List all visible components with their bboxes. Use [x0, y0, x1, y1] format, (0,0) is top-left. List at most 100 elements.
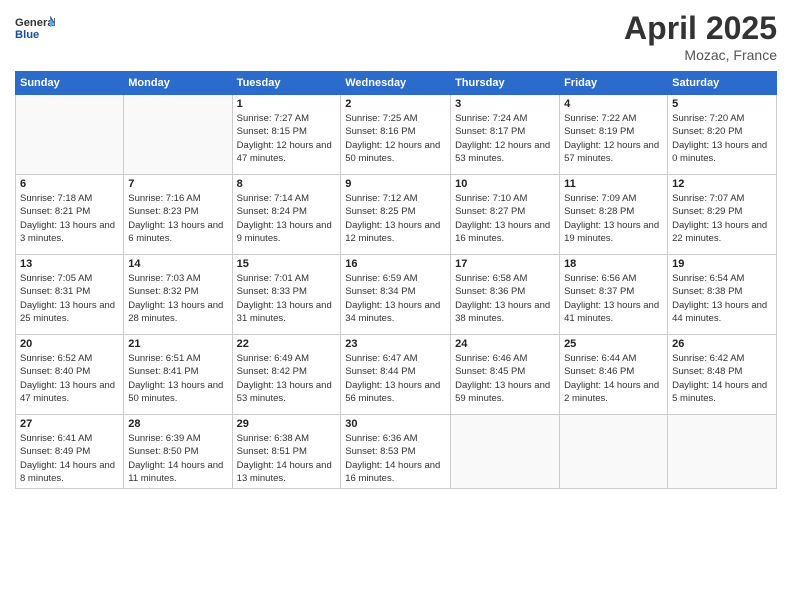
table-row: 21 Sunrise: 6:51 AM Sunset: 8:41 PM Dayli…	[124, 335, 232, 415]
day-number: 17	[455, 258, 555, 270]
day-number: 24	[455, 338, 555, 350]
table-row: 18 Sunrise: 6:56 AM Sunset: 8:37 PM Dayli…	[560, 255, 668, 335]
table-row: 24 Sunrise: 6:46 AM Sunset: 8:45 PM Dayli…	[451, 335, 560, 415]
day-info: Sunrise: 7:24 AM Sunset: 8:17 PM Dayligh…	[455, 112, 555, 165]
table-row: 29 Sunrise: 6:38 AM Sunset: 8:51 PM Dayli…	[232, 415, 341, 489]
day-number: 22	[237, 338, 337, 350]
table-row: 26 Sunrise: 6:42 AM Sunset: 8:48 PM Dayli…	[668, 335, 777, 415]
day-number: 1	[237, 98, 337, 110]
table-row: 8 Sunrise: 7:14 AM Sunset: 8:24 PM Daylig…	[232, 175, 341, 255]
svg-text:Blue: Blue	[15, 29, 39, 41]
day-info: Sunrise: 6:42 AM Sunset: 8:48 PM Dayligh…	[672, 352, 772, 405]
day-info: Sunrise: 7:16 AM Sunset: 8:23 PM Dayligh…	[128, 192, 227, 245]
header-row: Sunday Monday Tuesday Wednesday Thursday…	[16, 72, 777, 95]
day-number: 29	[237, 418, 337, 430]
day-info: Sunrise: 6:52 AM Sunset: 8:40 PM Dayligh…	[20, 352, 119, 405]
day-info: Sunrise: 7:22 AM Sunset: 8:19 PM Dayligh…	[564, 112, 663, 165]
day-number: 4	[564, 98, 663, 110]
calendar: Sunday Monday Tuesday Wednesday Thursday…	[15, 71, 777, 489]
day-info: Sunrise: 6:46 AM Sunset: 8:45 PM Dayligh…	[455, 352, 555, 405]
day-number: 25	[564, 338, 663, 350]
svg-text:General: General	[15, 17, 55, 29]
table-row	[451, 415, 560, 489]
title-area: April 2025 Mozac, France	[624, 10, 777, 63]
day-info: Sunrise: 6:56 AM Sunset: 8:37 PM Dayligh…	[564, 272, 663, 325]
day-info: Sunrise: 7:10 AM Sunset: 8:27 PM Dayligh…	[455, 192, 555, 245]
header: General Blue April 2025 Mozac, France	[15, 10, 777, 63]
table-row: 10 Sunrise: 7:10 AM Sunset: 8:27 PM Dayli…	[451, 175, 560, 255]
day-info: Sunrise: 6:58 AM Sunset: 8:36 PM Dayligh…	[455, 272, 555, 325]
day-number: 6	[20, 178, 119, 190]
day-info: Sunrise: 6:41 AM Sunset: 8:49 PM Dayligh…	[20, 432, 119, 485]
location: Mozac, France	[624, 47, 777, 63]
table-row: 20Sunrise: 6:52 AM Sunset: 8:40 PM Dayli…	[16, 335, 124, 415]
day-info: Sunrise: 7:25 AM Sunset: 8:16 PM Dayligh…	[345, 112, 446, 165]
table-row: 11 Sunrise: 7:09 AM Sunset: 8:28 PM Dayli…	[560, 175, 668, 255]
day-number: 13	[20, 258, 119, 270]
day-info: Sunrise: 7:07 AM Sunset: 8:29 PM Dayligh…	[672, 192, 772, 245]
day-info: Sunrise: 6:36 AM Sunset: 8:53 PM Dayligh…	[345, 432, 446, 485]
day-number: 30	[345, 418, 446, 430]
day-number: 12	[672, 178, 772, 190]
table-row	[16, 95, 124, 175]
day-info: Sunrise: 6:54 AM Sunset: 8:38 PM Dayligh…	[672, 272, 772, 325]
month-title: April 2025	[624, 10, 777, 47]
day-info: Sunrise: 7:18 AM Sunset: 8:21 PM Dayligh…	[20, 192, 119, 245]
day-number: 16	[345, 258, 446, 270]
day-info: Sunrise: 6:38 AM Sunset: 8:51 PM Dayligh…	[237, 432, 337, 485]
day-number: 9	[345, 178, 446, 190]
table-row: 16Sunrise: 6:59 AM Sunset: 8:34 PM Dayli…	[341, 255, 451, 335]
table-row: 23Sunrise: 6:47 AM Sunset: 8:44 PM Dayli…	[341, 335, 451, 415]
col-monday: Monday	[124, 72, 232, 95]
day-number: 19	[672, 258, 772, 270]
table-row: 4 Sunrise: 7:22 AM Sunset: 8:19 PM Daylig…	[560, 95, 668, 175]
day-number: 26	[672, 338, 772, 350]
table-row: 28Sunrise: 6:39 AM Sunset: 8:50 PM Dayli…	[124, 415, 232, 489]
day-number: 11	[564, 178, 663, 190]
table-row	[124, 95, 232, 175]
day-number: 7	[128, 178, 227, 190]
table-row: 19 Sunrise: 6:54 AM Sunset: 8:38 PM Dayli…	[668, 255, 777, 335]
table-row: 25Sunrise: 6:44 AM Sunset: 8:46 PM Dayli…	[560, 335, 668, 415]
logo: General Blue	[15, 10, 57, 45]
table-row: 27 Sunrise: 6:41 AM Sunset: 8:49 PM Dayli…	[16, 415, 124, 489]
day-info: Sunrise: 7:01 AM Sunset: 8:33 PM Dayligh…	[237, 272, 337, 325]
table-row: 12 Sunrise: 7:07 AM Sunset: 8:29 PM Dayli…	[668, 175, 777, 255]
table-row: 30 Sunrise: 6:36 AM Sunset: 8:53 PM Dayli…	[341, 415, 451, 489]
day-info: Sunrise: 7:05 AM Sunset: 8:31 PM Dayligh…	[20, 272, 119, 325]
table-row: 15 Sunrise: 7:01 AM Sunset: 8:33 PM Dayli…	[232, 255, 341, 335]
table-row: 17 Sunrise: 6:58 AM Sunset: 8:36 PM Dayli…	[451, 255, 560, 335]
day-number: 8	[237, 178, 337, 190]
table-row: 6 Sunrise: 7:18 AM Sunset: 8:21 PM Daylig…	[16, 175, 124, 255]
day-number: 3	[455, 98, 555, 110]
col-thursday: Thursday	[451, 72, 560, 95]
day-number: 2	[345, 98, 446, 110]
day-number: 10	[455, 178, 555, 190]
table-row: 3 Sunrise: 7:24 AM Sunset: 8:17 PM Daylig…	[451, 95, 560, 175]
table-row: 7 Sunrise: 7:16 AM Sunset: 8:23 PM Daylig…	[124, 175, 232, 255]
day-info: Sunrise: 7:09 AM Sunset: 8:28 PM Dayligh…	[564, 192, 663, 245]
day-number: 21	[128, 338, 227, 350]
day-info: Sunrise: 7:03 AM Sunset: 8:32 PM Dayligh…	[128, 272, 227, 325]
day-info: Sunrise: 7:20 AM Sunset: 8:20 PM Dayligh…	[672, 112, 772, 165]
col-tuesday: Tuesday	[232, 72, 341, 95]
day-number: 27	[20, 418, 119, 430]
day-info: Sunrise: 7:27 AM Sunset: 8:15 PM Dayligh…	[237, 112, 337, 165]
col-wednesday: Wednesday	[341, 72, 451, 95]
day-number: 18	[564, 258, 663, 270]
table-row: 13 Sunrise: 7:05 AM Sunset: 8:31 PM Dayli…	[16, 255, 124, 335]
table-row: 2 Sunrise: 7:25 AM Sunset: 8:16 PM Daylig…	[341, 95, 451, 175]
day-number: 14	[128, 258, 227, 270]
day-number: 15	[237, 258, 337, 270]
col-saturday: Saturday	[668, 72, 777, 95]
col-sunday: Sunday	[16, 72, 124, 95]
day-info: Sunrise: 7:14 AM Sunset: 8:24 PM Dayligh…	[237, 192, 337, 245]
day-info: Sunrise: 6:49 AM Sunset: 8:42 PM Dayligh…	[237, 352, 337, 405]
logo-icon: General Blue	[15, 10, 55, 45]
day-info: Sunrise: 6:51 AM Sunset: 8:41 PM Dayligh…	[128, 352, 227, 405]
table-row: 22 Sunrise: 6:49 AM Sunset: 8:42 PM Dayli…	[232, 335, 341, 415]
table-row	[560, 415, 668, 489]
page: General Blue April 2025 Mozac, France Su…	[0, 0, 792, 612]
col-friday: Friday	[560, 72, 668, 95]
table-row: 9Sunrise: 7:12 AM Sunset: 8:25 PM Daylig…	[341, 175, 451, 255]
